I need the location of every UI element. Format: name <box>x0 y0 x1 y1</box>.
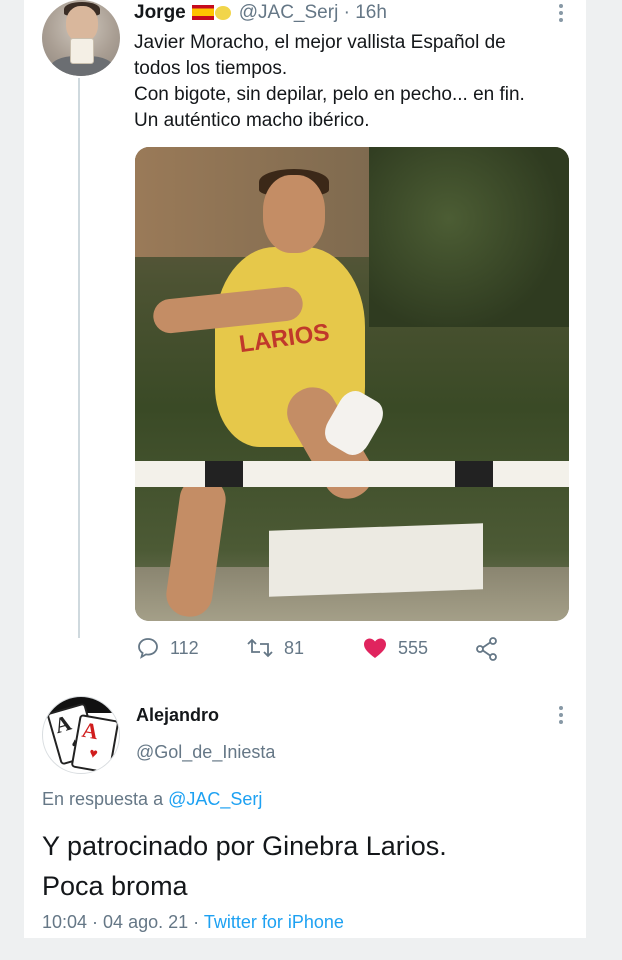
tweet-card: Jorge @JAC_Serj · 16h Javier Moracho, el … <box>24 0 586 938</box>
separator: · <box>343 2 350 23</box>
replying-to-handle[interactable]: @JAC_Serj <box>168 789 262 809</box>
tweet-text-line: Con bigote, sin depilar, pelo en pecho..… <box>134 84 525 105</box>
retweet-count: 81 <box>284 637 305 658</box>
ace-card-icon: A ♥ <box>70 713 119 773</box>
reply-timestamp[interactable]: 10:04 · 04 ago. 21 <box>42 912 188 932</box>
share-icon <box>476 637 497 661</box>
share-button[interactable] <box>474 636 500 662</box>
replying-to: En respuesta a @JAC_Serj <box>42 789 262 810</box>
like-button[interactable]: 555 <box>362 636 428 660</box>
like-count: 555 <box>398 637 429 658</box>
avatar-jorge[interactable] <box>42 0 120 76</box>
lemon-emoji-icon <box>214 6 231 20</box>
author-handle[interactable]: @JAC_Serj <box>239 2 339 23</box>
more-options-icon[interactable] <box>558 706 564 727</box>
source-app-link[interactable]: Twitter for iPhone <box>204 912 344 932</box>
thread-line <box>78 78 80 638</box>
banner-sign <box>269 523 483 597</box>
tweet-text: Javier Moracho, el mejor vallista Españo… <box>134 30 574 134</box>
tweet-text-line: Un auténtico macho ibérico. <box>134 110 370 131</box>
reply-author-name[interactable]: Alejandro <box>136 705 219 726</box>
reply-text: Y patrocinado por Ginebra Larios. Poca b… <box>42 826 562 906</box>
author-name[interactable]: Jorge <box>134 2 186 23</box>
avatar-alejandro[interactable]: A♠ A♥ <box>42 696 120 774</box>
tweet-header: Jorge @JAC_Serj · 16h <box>134 2 387 24</box>
hurdle <box>135 461 569 487</box>
reply-button[interactable]: 112 <box>136 636 199 660</box>
tweet-text-line: todos los tiempos. <box>134 58 288 79</box>
more-options-icon[interactable] <box>558 4 564 25</box>
reply-icon <box>138 638 158 659</box>
tweet-text-line: Javier Moracho, el mejor vallista Españo… <box>134 32 506 53</box>
tweet-time[interactable]: 16h <box>355 2 387 23</box>
spain-flag-icon <box>191 5 214 20</box>
reply-count: 112 <box>170 637 199 658</box>
tweet-photo[interactable]: LARIOS <box>135 147 569 621</box>
reply-meta: 10:04 · 04 ago. 21 · Twitter for iPhone <box>42 912 344 933</box>
reply-text-line: Poca broma <box>42 871 188 901</box>
reply-text-line: Y patrocinado por Ginebra Larios. <box>42 831 447 861</box>
meta-separator: · <box>193 912 200 932</box>
replying-prefix: En respuesta a <box>42 789 164 809</box>
reply-author-handle[interactable]: @Gol_de_Iniesta <box>136 742 275 763</box>
retweet-icon <box>247 638 273 658</box>
heart-icon <box>364 638 386 658</box>
retweet-button[interactable]: 81 <box>246 636 304 660</box>
